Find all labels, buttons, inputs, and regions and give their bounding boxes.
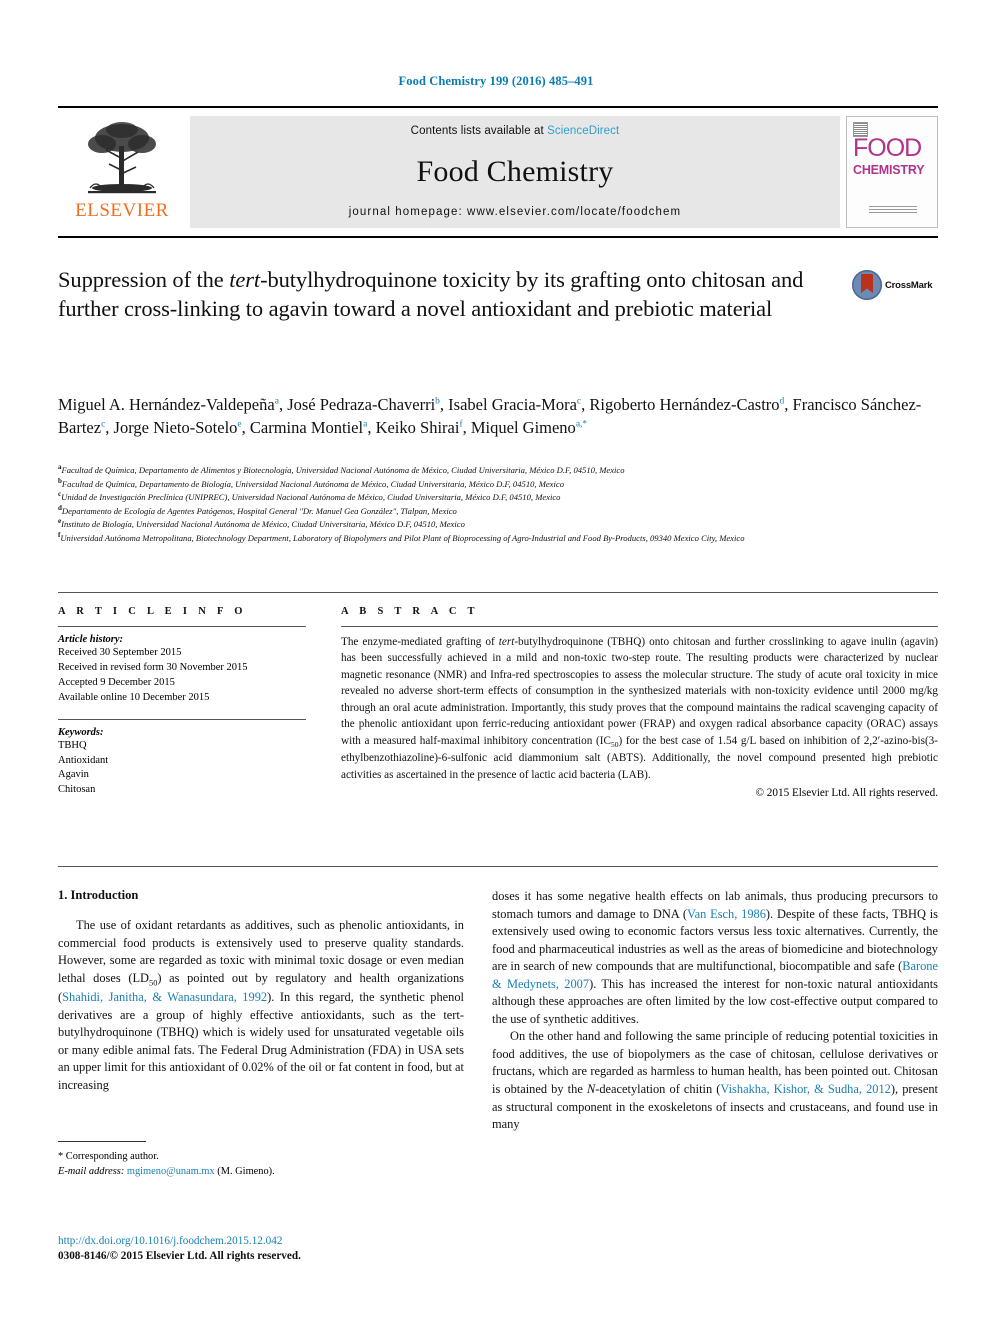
issn-copyright: 0308-8146/© 2015 Elsevier Ltd. All right… bbox=[58, 1250, 301, 1263]
journal-homepage[interactable]: journal homepage: www.elsevier.com/locat… bbox=[349, 206, 681, 218]
author-name: Keiko Shirai bbox=[375, 418, 460, 438]
author-name: Isabel Gracia-Mora bbox=[448, 395, 577, 414]
journal-title: Food Chemistry bbox=[416, 154, 614, 188]
citation-link[interactable]: Van Esch, 1986 bbox=[687, 907, 766, 921]
article-info-heading: A R T I C L E I N F O bbox=[58, 606, 247, 617]
abstract-body: The enzyme-mediated grafting of tert-but… bbox=[341, 636, 938, 781]
affiliation-marker: c bbox=[58, 490, 62, 499]
author-list: Miguel A. Hernández-Valdepeñaa, José Ped… bbox=[58, 395, 922, 438]
affiliation-marker: f bbox=[58, 531, 61, 540]
author-affiliation-marker: a bbox=[274, 396, 279, 407]
author-affiliation-marker: c bbox=[576, 396, 582, 407]
author-affiliation-marker: e bbox=[237, 419, 242, 430]
author-name: Miguel A. Hernández-Valdepeña bbox=[58, 395, 275, 414]
author-affiliation-marker: a bbox=[363, 419, 368, 430]
email-owner: (M. Gimeno). bbox=[217, 1166, 275, 1178]
contents-prefix: Contents lists available at bbox=[410, 125, 548, 137]
article-info-column: A R T I C L E I N F O Article history: R… bbox=[58, 606, 306, 798]
affiliation-marker: b bbox=[58, 476, 62, 485]
citation-link[interactable]: Vishakha, Kishor, & Sudha, 2012 bbox=[720, 1082, 890, 1096]
article-history-label: Article history: bbox=[58, 634, 124, 645]
email-label: E-mail address: bbox=[58, 1166, 125, 1178]
affiliation-item: fUniversidad Autónoma Metropolitana, Bio… bbox=[58, 531, 745, 543]
crossmark-badge[interactable]: CrossMark bbox=[852, 270, 933, 300]
keywords-rule bbox=[58, 718, 306, 720]
email-line: E-mail address: mgimeno@unam.mx (M. Gime… bbox=[58, 1164, 464, 1179]
title-divider bbox=[58, 236, 938, 238]
author-name: Jorge Nieto-Sotelo bbox=[113, 418, 238, 438]
history-item: Received 30 September 2015 bbox=[58, 647, 182, 658]
journal-masthead: ELSEVIER Contents lists available at Sci… bbox=[58, 106, 938, 228]
citation-link[interactable]: Shahidi, Janitha, & Wanasundara, 1992 bbox=[62, 990, 267, 1004]
abstract-rule bbox=[341, 626, 938, 627]
article-page: Food Chemistry 199 (2016) 485–491 ELSEVI… bbox=[0, 0, 992, 1323]
affiliation-item: aFacultad de Química, Departamento de Al… bbox=[58, 463, 625, 475]
affiliation-item: cUnidad de Investigación Preclínica (UNI… bbox=[58, 490, 561, 503]
corresponding-author-line: * Corresponding author. bbox=[58, 1151, 159, 1162]
history-item: Received in revised form 30 November 201… bbox=[58, 661, 248, 673]
abstract-heading: A B S T R A C T bbox=[341, 606, 479, 617]
elsevier-logo: ELSEVIER bbox=[58, 116, 186, 228]
contents-available-line: Contents lists available at ScienceDirec… bbox=[411, 125, 620, 137]
keywords-block: Keywords: TBHQ Antioxidant Agavin Chitos… bbox=[58, 718, 306, 799]
body-column-right: doses it has some negative health effect… bbox=[492, 888, 938, 1134]
article-history-list: Received 30 September 2015 Received in r… bbox=[58, 646, 306, 706]
elsevier-wordmark: ELSEVIER bbox=[75, 200, 169, 221]
keywords-label: Keywords: bbox=[58, 726, 104, 738]
email-link[interactable]: mgimeno@unam.mx bbox=[127, 1166, 215, 1177]
masthead-center-band: Contents lists available at ScienceDirec… bbox=[190, 116, 840, 228]
author-name: Miquel Gimeno bbox=[470, 418, 576, 438]
keyword-item: Chitosan bbox=[58, 784, 96, 796]
author-name: Rigoberto Hernández-Castro bbox=[589, 395, 780, 414]
affiliation-marker: d bbox=[58, 503, 62, 512]
author-affiliation-marker: b bbox=[435, 396, 440, 407]
intro-paragraph-left: The use of oxidant retardants as additiv… bbox=[58, 918, 464, 1092]
cover-title-food: FOOD bbox=[853, 134, 922, 162]
keyword-item: Antioxidant bbox=[58, 754, 109, 766]
affiliation-list: aFacultad de Química, Departamento de Al… bbox=[58, 464, 938, 545]
abstract-column: A B S T R A C T The enzyme-mediated graf… bbox=[341, 606, 938, 799]
history-item: Available online 10 December 2015 bbox=[58, 691, 210, 703]
author-name: José Pedraza-Chaverri bbox=[287, 395, 436, 414]
affiliation-item: eInstituto de Biología, Universidad Naci… bbox=[58, 517, 465, 530]
sciencedirect-link[interactable]: ScienceDirect bbox=[547, 125, 619, 137]
author-affiliation-marker: a,* bbox=[575, 419, 588, 430]
affiliation-marker: a bbox=[58, 463, 62, 472]
title-section: Suppression of the tert-butylhydroquinon… bbox=[58, 266, 938, 323]
body-column-left: 1. Introduction The use of oxidant retar… bbox=[58, 888, 464, 1094]
crossmark-label: CrossMark bbox=[885, 279, 933, 291]
author-affiliation-marker: d bbox=[779, 396, 785, 407]
info-band-top-rule bbox=[58, 592, 938, 593]
keyword-item: TBHQ bbox=[58, 739, 87, 751]
author-affiliation-marker: c bbox=[101, 419, 106, 430]
intro-paragraph-right-1: doses it has some negative health effect… bbox=[492, 889, 938, 1026]
affiliation-item: dDepartamento de Ecología de Agentes Pat… bbox=[58, 503, 457, 516]
doi-link[interactable]: http://dx.doi.org/10.1016/j.foodchem.201… bbox=[58, 1234, 464, 1249]
journal-cover-thumbnail: FOOD CHEMISTRY bbox=[846, 116, 938, 228]
footnote-rule bbox=[58, 1141, 146, 1142]
affiliation-item: bFacultad de Química, Departamento de Bi… bbox=[58, 476, 564, 489]
section-heading-introduction: 1. Introduction bbox=[58, 888, 139, 902]
page-title: Suppression of the tert-butylhydroquinon… bbox=[58, 267, 804, 321]
info-band-bottom-rule bbox=[58, 866, 938, 867]
crossmark-icon bbox=[852, 270, 882, 300]
keyword-item: Agavin bbox=[58, 769, 89, 781]
cover-footer-lines bbox=[869, 206, 917, 215]
page-footer: http://dx.doi.org/10.1016/j.foodchem.201… bbox=[58, 1234, 464, 1264]
author-name: Carmina Montiel bbox=[249, 418, 364, 438]
affiliation-marker: e bbox=[58, 517, 62, 526]
cover-title-chemistry: CHEMISTRY bbox=[853, 163, 925, 177]
intro-paragraph-right-2: On the other hand and following the same… bbox=[492, 1029, 938, 1132]
author-affiliation-marker: f bbox=[459, 419, 463, 430]
abstract-copyright: © 2015 Elsevier Ltd. All rights reserved… bbox=[755, 787, 939, 800]
history-item: Accepted 9 December 2015 bbox=[58, 676, 175, 688]
corresponding-author-footnote: * Corresponding author. E-mail address: … bbox=[58, 1141, 464, 1179]
article-info-rule bbox=[58, 626, 306, 627]
title-italic-tert: tert bbox=[229, 267, 261, 292]
elsevier-tree-icon bbox=[88, 122, 156, 194]
running-head: Food Chemistry 199 (2016) 485–491 bbox=[398, 74, 594, 88]
